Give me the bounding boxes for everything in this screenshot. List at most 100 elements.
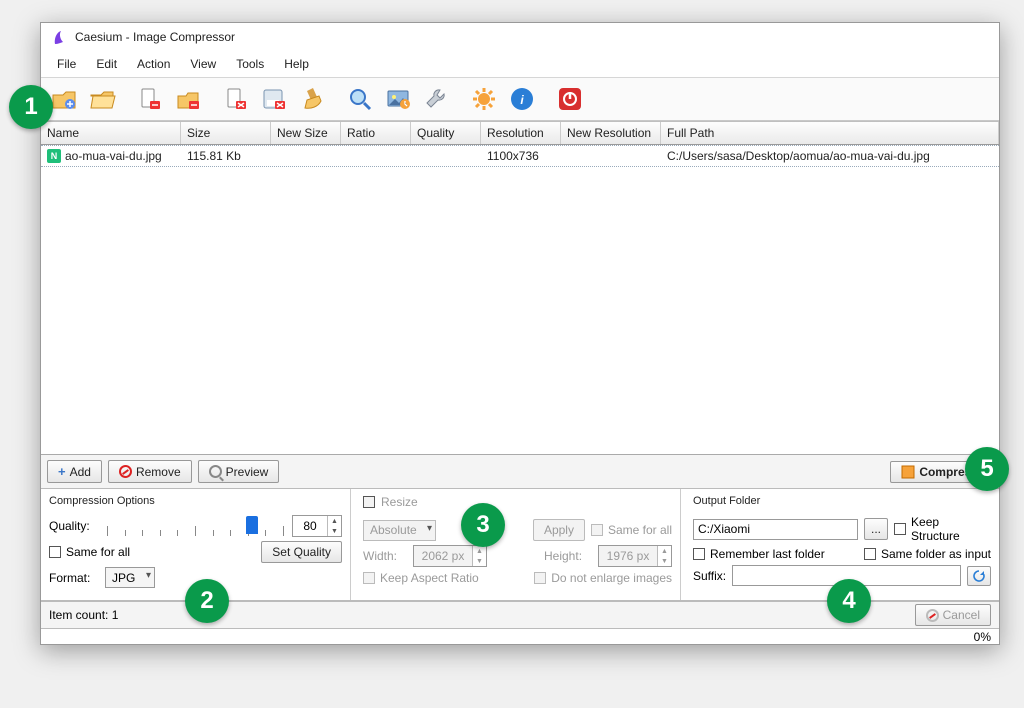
- keep-aspect-checkbox: Keep Aspect Ratio: [363, 571, 479, 585]
- col-newres[interactable]: New Resolution: [561, 122, 661, 144]
- preview-list-button[interactable]: Preview: [198, 460, 280, 483]
- same-as-input-checkbox[interactable]: Same folder as input: [864, 547, 991, 561]
- cell-path: C:/Users/sasa/Desktop/aomua/ao-mua-vai-d…: [661, 146, 999, 166]
- callout-4: 4: [827, 579, 871, 623]
- cancel-button: Cancel: [915, 604, 991, 626]
- quality-slider[interactable]: [105, 516, 286, 536]
- progress-label: 0%: [974, 630, 991, 644]
- app-window: 1 2 3 4 5 Caesium - Image Compressor Fil…: [40, 22, 1000, 645]
- resize-panel: Resize Absolute Apply Same for all Width…: [351, 489, 681, 600]
- gear-sun-icon: [471, 86, 497, 112]
- settings-button[interactable]: [467, 82, 501, 116]
- cell-quality: [411, 146, 481, 166]
- resize-mode-select: Absolute: [363, 520, 436, 541]
- magnifier-small-icon: [209, 465, 222, 478]
- table-row[interactable]: Nao-mua-vai-du.jpg 115.81 Kb 1100x736 C:…: [41, 145, 999, 167]
- resize-title: Resize: [381, 495, 418, 509]
- remove-button[interactable]: Remove: [108, 460, 192, 483]
- col-size[interactable]: Size: [181, 122, 271, 144]
- app-logo-icon: [51, 29, 67, 45]
- set-quality-button[interactable]: Set Quality: [261, 541, 342, 563]
- menu-view[interactable]: View: [182, 55, 224, 73]
- no-icon: [119, 465, 132, 478]
- height-spinbox: ▲▼: [598, 545, 672, 567]
- save-list-button[interactable]: [257, 82, 291, 116]
- folder-minus-icon: [175, 86, 201, 112]
- about-button[interactable]: i: [505, 82, 539, 116]
- height-input: [599, 546, 657, 566]
- file-list[interactable]: Nao-mua-vai-du.jpg 115.81 Kb 1100x736 C:…: [41, 145, 999, 455]
- tools-button[interactable]: [419, 82, 453, 116]
- list-header: Name Size New Size Ratio Quality Resolut…: [41, 121, 999, 145]
- exit-button[interactable]: [553, 82, 587, 116]
- magnifier-icon: [347, 86, 373, 112]
- col-quality[interactable]: Quality: [411, 122, 481, 144]
- compress-icon: [901, 465, 915, 479]
- same-for-all-checkbox[interactable]: Same for all: [49, 545, 130, 559]
- remove-file-button[interactable]: [133, 82, 167, 116]
- menu-edit[interactable]: Edit: [88, 55, 125, 73]
- spin-down-icon[interactable]: ▼: [328, 526, 341, 536]
- menubar: File Edit Action View Tools Help: [41, 51, 999, 78]
- cancel-icon: [926, 609, 939, 622]
- callout-2: 2: [185, 579, 229, 623]
- browse-button[interactable]: ...: [864, 518, 888, 540]
- cell-name: ao-mua-vai-du.jpg: [65, 149, 162, 163]
- refresh-icon: [972, 569, 986, 583]
- cell-ratio: [341, 146, 411, 166]
- doc-delete-icon: [223, 86, 249, 112]
- cell-newres: [561, 146, 661, 166]
- resize-same-for-all: Same for all: [591, 523, 672, 537]
- remember-folder-checkbox[interactable]: Remember last folder: [693, 547, 825, 561]
- clear-list-button[interactable]: [219, 82, 253, 116]
- preview-button[interactable]: [343, 82, 377, 116]
- output-path-input[interactable]: [693, 519, 858, 540]
- reset-suffix-button[interactable]: [967, 566, 991, 586]
- col-name[interactable]: Name: [41, 122, 181, 144]
- col-path[interactable]: Full Path: [661, 122, 999, 144]
- format-label: Format:: [49, 571, 99, 585]
- slider-thumb[interactable]: [246, 516, 258, 534]
- open-folder-button[interactable]: [85, 82, 119, 116]
- menu-action[interactable]: Action: [129, 55, 178, 73]
- cell-newsize: [271, 146, 341, 166]
- keep-structure-checkbox[interactable]: Keep Structure: [894, 515, 991, 543]
- quality-spinbox[interactable]: ▲▼: [292, 515, 342, 537]
- menu-tools[interactable]: Tools: [228, 55, 272, 73]
- file-type-icon: N: [47, 149, 61, 163]
- clean-button[interactable]: [295, 82, 329, 116]
- callout-3: 3: [461, 503, 505, 547]
- broom-icon: [299, 85, 325, 113]
- callout-1: 1: [9, 85, 53, 129]
- cell-size: 115.81 Kb: [181, 146, 271, 166]
- app-title: Caesium - Image Compressor: [75, 30, 235, 44]
- power-icon: [557, 86, 583, 112]
- quality-label: Quality:: [49, 519, 99, 533]
- compression-title: Compression Options: [49, 495, 342, 511]
- save-delete-icon: [261, 86, 287, 112]
- resize-checkbox[interactable]: [363, 496, 375, 508]
- no-enlarge-checkbox: Do not enlarge images: [534, 571, 672, 585]
- progressbar: 0%: [41, 628, 999, 644]
- col-ratio[interactable]: Ratio: [341, 122, 411, 144]
- output-title: Output Folder: [693, 495, 991, 511]
- wrench-icon: [423, 86, 449, 112]
- menu-help[interactable]: Help: [276, 55, 317, 73]
- wallpaper-button[interactable]: [381, 82, 415, 116]
- action-bar: +Add Remove Preview Compress!: [41, 455, 999, 489]
- col-newsize[interactable]: New Size: [271, 122, 341, 144]
- height-label: Height:: [544, 549, 592, 563]
- apply-button: Apply: [533, 519, 585, 541]
- picture-icon: [385, 86, 411, 112]
- callout-5: 5: [965, 447, 1009, 491]
- info-icon: i: [509, 86, 535, 112]
- spin-up-icon[interactable]: ▲: [328, 516, 341, 526]
- format-select[interactable]: JPG: [105, 567, 155, 588]
- item-count: Item count: 1: [49, 608, 118, 622]
- quality-input[interactable]: [293, 516, 327, 536]
- add-button[interactable]: +Add: [47, 460, 102, 483]
- menu-file[interactable]: File: [49, 55, 84, 73]
- titlebar: Caesium - Image Compressor: [41, 23, 999, 51]
- col-res[interactable]: Resolution: [481, 122, 561, 144]
- remove-folder-button[interactable]: [171, 82, 205, 116]
